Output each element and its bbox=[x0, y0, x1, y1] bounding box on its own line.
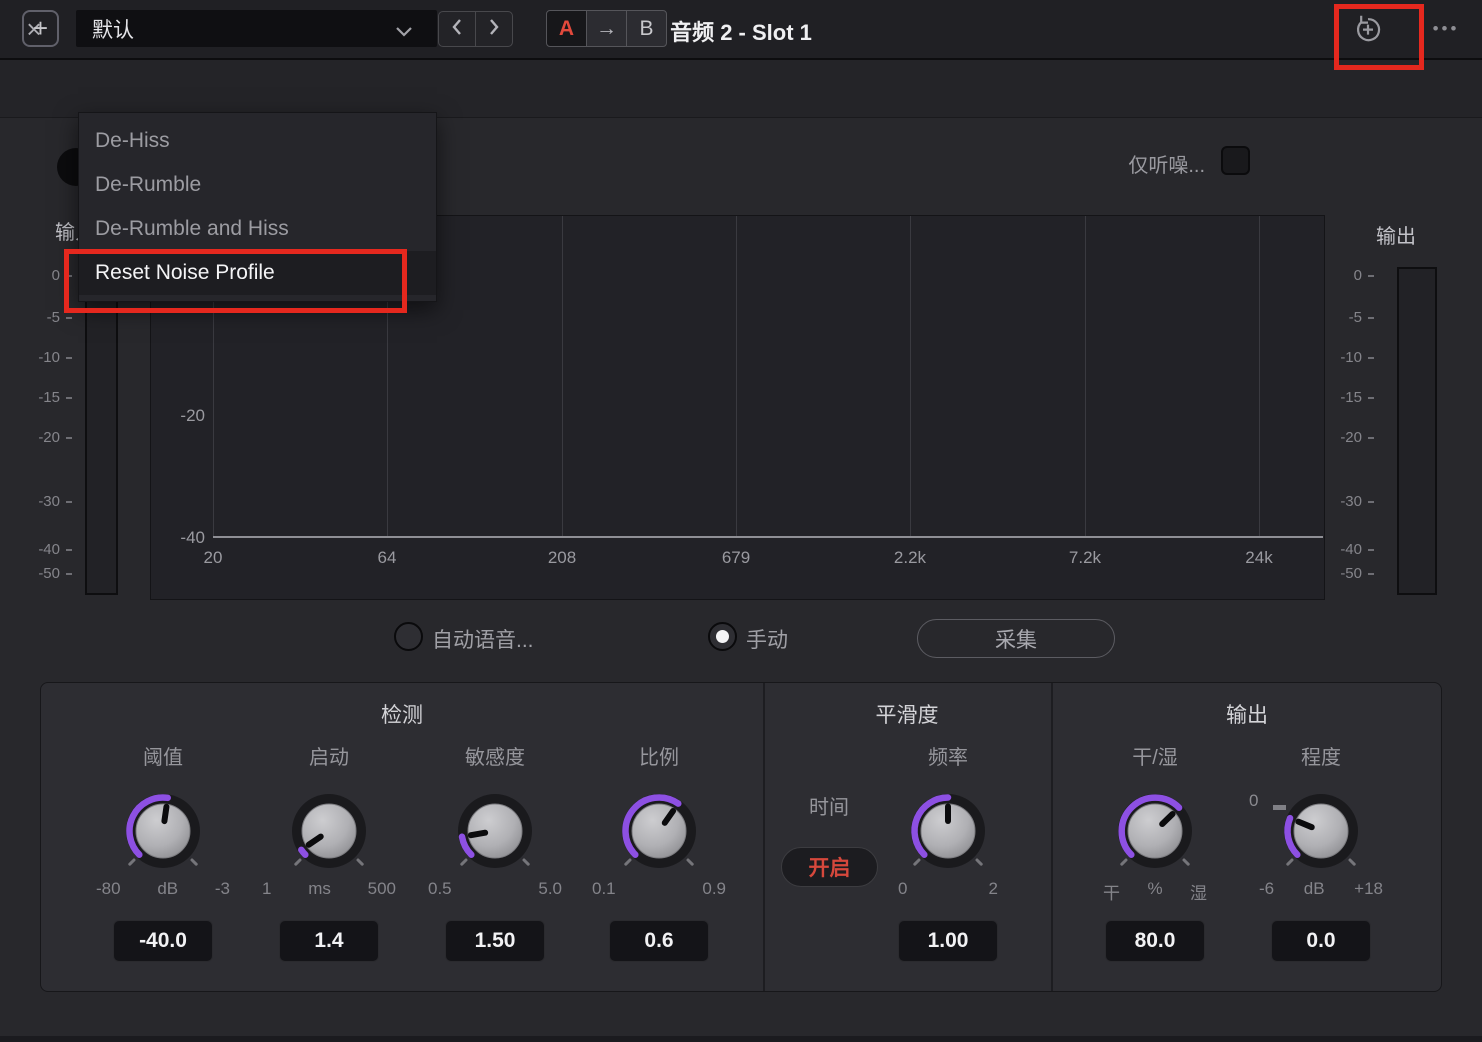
parameters-panel: 检测 平滑度 输出 阈值 -80 dB -3 -40.0 bbox=[40, 682, 1442, 992]
knob-max: 5.0 bbox=[538, 879, 562, 899]
listen-noise-label: 仅听噪... bbox=[1085, 149, 1205, 178]
graph-x-axis bbox=[213, 536, 1323, 538]
threshold-knob[interactable] bbox=[113, 781, 213, 881]
frequency-label: 频率 bbox=[868, 741, 1028, 770]
chevron-left-icon bbox=[451, 18, 463, 41]
knob-min: 干 bbox=[1103, 879, 1120, 904]
detection-section-title: 检测 bbox=[41, 699, 763, 729]
knob-max: 2 bbox=[989, 879, 998, 899]
ratio-control: 比例 0.1 0.9 0.6 bbox=[609, 737, 709, 965]
smoothness-section-title: 平滑度 bbox=[763, 699, 1051, 729]
frequency-value[interactable]: 1.00 bbox=[898, 920, 998, 962]
window-bottom-edge bbox=[0, 1036, 1482, 1042]
knob-max: 湿 bbox=[1190, 879, 1207, 904]
sensitivity-knob[interactable] bbox=[445, 781, 545, 881]
radio-selected-dot bbox=[716, 630, 729, 643]
more-options-button[interactable]: ••• bbox=[1420, 13, 1472, 45]
dry-wet-value[interactable]: 80.0 bbox=[1105, 920, 1205, 962]
time-on-button[interactable]: 开启 bbox=[781, 847, 878, 887]
threshold-label: 阈值 bbox=[83, 741, 243, 770]
auto-speech-radio[interactable] bbox=[394, 622, 423, 651]
time-label: 时间 bbox=[779, 791, 879, 820]
amount-knob[interactable] bbox=[1271, 781, 1371, 881]
attack-knob[interactable] bbox=[279, 781, 379, 881]
knob-unit: % bbox=[1147, 879, 1162, 904]
attack-control: 启动 1 ms 500 1.4 bbox=[279, 737, 379, 965]
threshold-value[interactable]: -40.0 bbox=[113, 920, 213, 962]
frequency-knob[interactable] bbox=[898, 781, 998, 881]
add-preset-button[interactable]: + bbox=[22, 10, 59, 47]
sensitivity-label: 敏感度 bbox=[415, 741, 575, 770]
ratio-knob[interactable] bbox=[609, 781, 709, 881]
output-level-meter bbox=[1397, 267, 1437, 595]
ratio-value[interactable]: 0.6 bbox=[609, 920, 709, 962]
amount-default-marker: 0 bbox=[1249, 791, 1258, 811]
dry-wet-knob[interactable] bbox=[1105, 781, 1205, 881]
output-section-title: 输出 bbox=[1051, 699, 1443, 729]
chevron-down-icon bbox=[395, 24, 413, 42]
capture-button[interactable]: 采集 bbox=[917, 619, 1115, 658]
amount-label: 程度 bbox=[1241, 741, 1401, 770]
manual-label: 手动 bbox=[746, 624, 788, 654]
frequency-control: 频率 0 2 1.00 bbox=[898, 737, 998, 965]
menu-item-de-rumble-and-hiss[interactable]: De-Rumble and Hiss bbox=[79, 207, 436, 251]
listen-noise-checkbox[interactable] bbox=[1221, 146, 1250, 175]
ab-compare-a-button[interactable]: A bbox=[546, 10, 587, 47]
knob-min: 0.5 bbox=[428, 879, 452, 899]
knob-min: 0.1 bbox=[592, 879, 616, 899]
manual-radio[interactable] bbox=[708, 622, 737, 651]
knob-min: -80 bbox=[96, 879, 121, 899]
annotation-highlight-reset-menu-item bbox=[64, 249, 407, 313]
amount-value[interactable]: 0.0 bbox=[1271, 920, 1371, 962]
next-preset-button[interactable] bbox=[475, 11, 513, 47]
knob-max: 0.9 bbox=[702, 879, 726, 899]
attack-label: 启动 bbox=[249, 741, 409, 770]
ab-copy-arrow-button[interactable]: → bbox=[586, 10, 627, 47]
auto-speech-label: 自动语音... bbox=[432, 624, 534, 654]
knob-min: -6 bbox=[1259, 879, 1274, 899]
ab-compare-b-button[interactable]: B bbox=[626, 10, 667, 47]
output-meter-label: 输出 bbox=[1376, 220, 1416, 249]
threshold-control: 阈值 -80 dB -3 -40.0 bbox=[113, 737, 213, 965]
ratio-label: 比例 bbox=[579, 741, 739, 770]
knob-unit: ms bbox=[308, 879, 331, 899]
preset-dropdown[interactable]: 默认 bbox=[76, 10, 437, 47]
prev-preset-button[interactable] bbox=[438, 11, 476, 47]
attack-value[interactable]: 1.4 bbox=[279, 920, 379, 962]
section-divider bbox=[763, 683, 765, 991]
dry-wet-label: 干/湿 bbox=[1075, 741, 1235, 770]
output-meter-scale: 0-5 -10-15 -20-30 -40-50 bbox=[1326, 260, 1376, 600]
menu-item-de-hiss[interactable]: De-Hiss bbox=[79, 119, 436, 163]
plugin-window: × 音频 2 - Slot 1 ••• + 默认 bbox=[0, 0, 1482, 1042]
sensitivity-value[interactable]: 1.50 bbox=[445, 920, 545, 962]
annotation-highlight-reset-icon bbox=[1334, 4, 1424, 70]
knob-max: +18 bbox=[1354, 879, 1383, 899]
chevron-right-icon bbox=[488, 18, 500, 41]
knob-max: -3 bbox=[215, 879, 230, 899]
toolbar bbox=[0, 60, 1482, 118]
knob-min: 0 bbox=[898, 879, 907, 899]
dry-wet-control: 干/湿 干 % 湿 80.0 bbox=[1105, 737, 1205, 965]
amount-control: 程度 0 -6 dB +18 0.0 bbox=[1271, 737, 1371, 965]
sensitivity-control: 敏感度 0.5 5.0 1.50 bbox=[445, 737, 545, 965]
section-divider bbox=[1051, 683, 1053, 991]
input-level-meter bbox=[85, 267, 118, 595]
menu-item-de-rumble[interactable]: De-Rumble bbox=[79, 163, 436, 207]
knob-max: 500 bbox=[368, 879, 396, 899]
knob-unit: dB bbox=[157, 879, 178, 899]
knob-unit: dB bbox=[1304, 879, 1325, 899]
preset-dropdown-value: 默认 bbox=[92, 14, 134, 44]
knob-min: 1 bbox=[262, 879, 271, 899]
